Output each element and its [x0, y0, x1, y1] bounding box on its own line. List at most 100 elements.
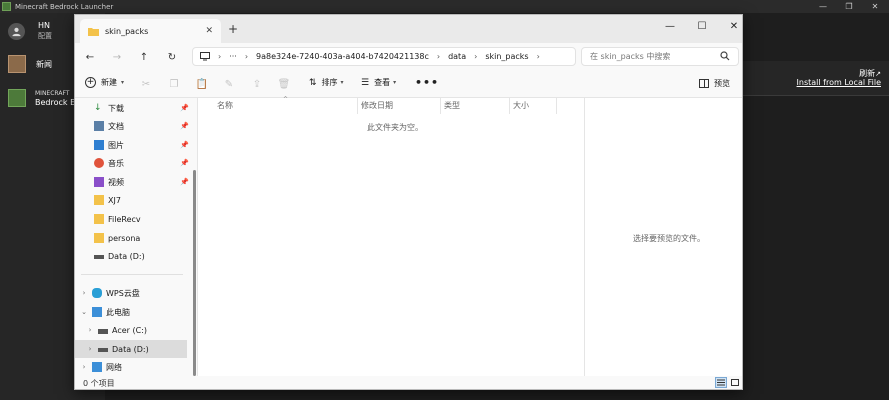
sidebar-item-bedrock[interactable]: MINECRAFT Bedrock Ed [8, 89, 80, 107]
search-placeholder: 在 skin_packs 中搜索 [590, 52, 671, 61]
address-bar[interactable]: › ··· › 9a8e324e-7240-403a-a404-b7420421… [192, 47, 576, 66]
column-divider[interactable] [556, 98, 557, 114]
drive-icon [98, 348, 108, 352]
chevron-down-icon: ▾ [121, 79, 125, 86]
chevron-right-icon: › [536, 52, 540, 61]
delete-icon[interactable]: 🗑 [277, 77, 291, 91]
breadcrumb-guid[interactable]: 9a8e324e-7240-403a-a404-b7420421138c [256, 52, 429, 61]
details-view-icon [717, 379, 725, 386]
sort-button[interactable]: ⇅ 排序 ▾ [309, 77, 344, 88]
install-local-file-link[interactable]: Install from Local File [797, 78, 881, 87]
column-date-modified[interactable]: 修改日期 [361, 100, 393, 111]
download-icon: ↓ [94, 103, 102, 113]
chevron-down-icon: ⌄ [81, 308, 87, 316]
profile-selector[interactable]: HN 配置 [8, 21, 52, 41]
monitor-icon [200, 52, 210, 61]
refresh-button[interactable]: ↻ [164, 49, 180, 65]
navigation-pane: ↓ 下载📌 文档📌 图片📌 音乐📌 视频📌 XJ7 FileRecv [75, 98, 198, 376]
back-button[interactable]: ← [82, 49, 98, 65]
preview-pane-button[interactable]: 预览 [699, 78, 730, 89]
search-icon [720, 51, 730, 61]
column-divider[interactable] [509, 98, 510, 114]
document-icon [94, 121, 104, 131]
nav-item-documents[interactable]: 文档 📌 [75, 117, 195, 135]
picture-icon [94, 140, 104, 150]
profile-name: HN [38, 21, 50, 30]
chevron-right-icon: › [82, 363, 86, 371]
tab-label: skin_packs [105, 26, 149, 36]
up-button[interactable]: ↑ [136, 49, 152, 65]
launcher-window-title: Minecraft Bedrock Launcher [15, 2, 114, 11]
details-view-button[interactable] [715, 377, 727, 388]
share-icon[interactable]: ⇪ [250, 77, 264, 91]
launcher-titlebar: Minecraft Bedrock Launcher [0, 0, 889, 13]
computer-icon [92, 307, 102, 317]
nav-item-data-drive-quick[interactable]: Data (D:) [75, 247, 195, 265]
nav-item-xj7[interactable]: XJ7 [75, 191, 195, 209]
forward-button[interactable]: → [109, 49, 125, 65]
folder-icon [94, 195, 104, 205]
cut-icon[interactable]: ✂ [139, 77, 153, 91]
column-type[interactable]: 类型 [444, 100, 460, 111]
chevron-down-icon: ▾ [393, 79, 397, 86]
nav-item-persona[interactable]: persona [75, 229, 195, 247]
column-divider[interactable] [357, 98, 358, 114]
nav-item-downloads[interactable]: ↓ 下载 📌 [75, 99, 195, 117]
tiles-view-button[interactable] [729, 377, 741, 388]
nav-item-wps-cloud[interactable]: › WPS云盘 [75, 284, 195, 302]
copy-icon[interactable]: ❐ [167, 77, 181, 91]
new-label: 新建 [101, 78, 117, 87]
paste-icon[interactable]: 📋 [195, 77, 209, 91]
maximize-button[interactable]: ☐ [686, 17, 718, 35]
launcher-close-button[interactable]: ✕ [862, 0, 888, 13]
nav-item-network[interactable]: › 网络 [75, 358, 195, 376]
launcher-restore-button[interactable]: ❐ [836, 0, 862, 13]
sidebar-item-label: 新闻 [36, 59, 52, 69]
column-size[interactable]: 大小 [513, 100, 529, 111]
preview-pane-icon [699, 79, 709, 88]
preview-pane: 选择要预览的文件。 [584, 98, 742, 376]
new-tab-button[interactable]: + [226, 22, 240, 36]
column-name[interactable]: 名称 [217, 100, 233, 111]
nav-item-filerecv[interactable]: FileRecv [75, 210, 195, 228]
grass-block-icon [8, 89, 26, 107]
nav-item-this-pc[interactable]: ⌄ 此电脑 [75, 303, 195, 321]
nav-item-videos[interactable]: 视频 📌 [75, 173, 195, 191]
view-label: 查看 [374, 78, 391, 87]
breadcrumb-ellipsis[interactable]: ··· [229, 52, 237, 61]
chevron-right-icon: › [218, 52, 222, 61]
nav-item-pictures[interactable]: 图片 📌 [75, 136, 195, 154]
nav-item-data-d[interactable]: › Data (D:) [75, 340, 187, 358]
sort-icon: ⇅ [309, 77, 317, 88]
search-input[interactable]: 在 skin_packs 中搜索 [581, 47, 739, 66]
item-count: 0 个项目 [83, 379, 115, 388]
breadcrumb-skin-packs[interactable]: skin_packs [485, 52, 528, 61]
column-divider[interactable] [440, 98, 441, 114]
file-list: ^ 名称 修改日期 类型 大小 此文件夹为空。 [199, 96, 584, 376]
tab-skin-packs[interactable]: skin_packs ✕ [80, 19, 221, 43]
rename-icon[interactable]: ✎ [222, 77, 236, 91]
view-button[interactable]: ☰ 查看 ▾ [361, 77, 396, 88]
nav-item-music[interactable]: 音乐 📌 [75, 154, 195, 172]
close-button[interactable]: ✕ [718, 17, 750, 35]
network-icon [92, 362, 102, 372]
more-options-button[interactable]: ••• [415, 76, 439, 89]
pin-icon: 📌 [180, 159, 189, 167]
pin-icon: 📌 [180, 122, 189, 130]
folder-icon [94, 214, 104, 224]
minimize-button[interactable]: — [654, 17, 686, 35]
launcher-minimize-button[interactable]: — [810, 0, 836, 13]
sort-label: 排序 [321, 78, 338, 87]
profile-subtitle: 配置 [38, 32, 52, 40]
chevron-right-icon: › [88, 345, 92, 353]
explorer-titlebar: skin_packs ✕ + — ☐ ✕ [75, 15, 742, 43]
sidebar-item-news[interactable]: 新闻 [8, 55, 52, 73]
nav-item-acer-c[interactable]: › Acer (C:) [75, 321, 195, 339]
status-bar: 0 个项目 [75, 376, 742, 389]
new-button[interactable]: + 新建 ▾ [85, 77, 124, 88]
nav-scrollbar[interactable] [193, 170, 196, 376]
drive-icon [98, 328, 108, 334]
tab-close-icon[interactable]: ✕ [205, 26, 213, 36]
breadcrumb-data[interactable]: data [448, 52, 466, 61]
sort-ascending-icon: ^ [283, 96, 289, 103]
